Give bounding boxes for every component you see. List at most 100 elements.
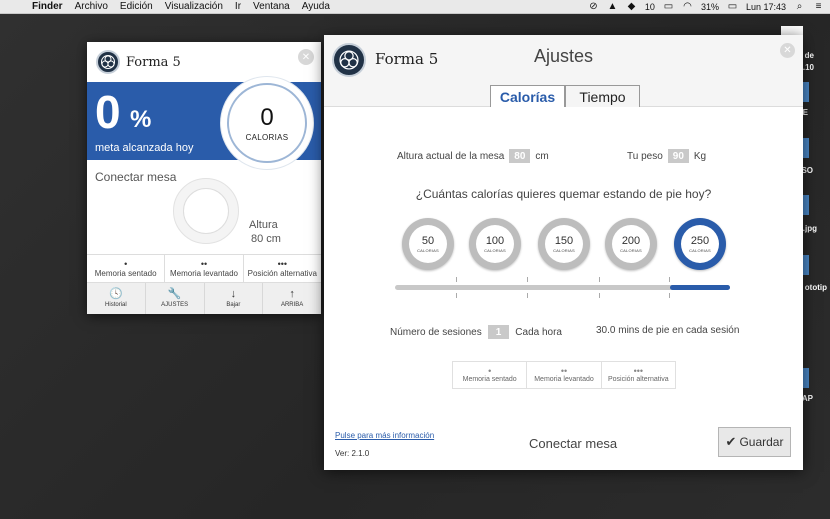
- desktop-file-icon[interactable]: [803, 368, 809, 388]
- info-link[interactable]: Pulse para más información: [335, 431, 434, 440]
- calorie-option-value: 50: [421, 235, 435, 247]
- desktop-label: de: [804, 51, 814, 60]
- memory-sitting-button[interactable]: • Memoria sentado: [453, 362, 528, 388]
- table-height-unit: cm: [535, 150, 549, 162]
- close-icon[interactable]: ✕: [780, 43, 795, 58]
- desktop-file-icon[interactable]: [803, 138, 809, 158]
- slider-tick: [599, 293, 600, 298]
- connect-desk-label: Conectar mesa: [95, 170, 177, 184]
- wifi-icon[interactable]: ◠: [682, 2, 693, 12]
- desktop-file-icon[interactable]: [803, 255, 809, 275]
- menu-bar: Finder Archivo Edición Visualización Ir …: [0, 0, 830, 14]
- wrench-icon: 🔧: [167, 288, 182, 300]
- airplay-icon[interactable]: ▭: [663, 2, 674, 12]
- raise-button[interactable]: ↑ ARRIBA: [263, 283, 321, 314]
- nav-label: ARRIBA: [280, 302, 304, 308]
- brand-name: Forma 5: [126, 54, 181, 70]
- battery-percent[interactable]: 31%: [701, 2, 719, 12]
- weight-row: Tu peso 90 Kg: [627, 149, 706, 163]
- status-count[interactable]: 10: [645, 2, 655, 12]
- save-button[interactable]: ✔ Guardar: [718, 427, 791, 457]
- calorie-question: ¿Cuántas calorías quieres quemar estando…: [415, 187, 712, 201]
- dots-icon: •: [124, 259, 128, 269]
- memory-alternate-button[interactable]: ••• Posición alternativa: [602, 362, 675, 388]
- calorie-option-label: CALORIAS: [553, 248, 575, 253]
- tab-tiempo[interactable]: Tiempo: [565, 85, 640, 108]
- calorie-option-200[interactable]: 200 CALORIAS: [605, 218, 657, 270]
- search-icon[interactable]: ⌕: [794, 2, 805, 12]
- menu-ir[interactable]: Ir: [235, 0, 241, 14]
- calorie-option-value: 250: [690, 235, 710, 247]
- calorie-option-label: CALORIAS: [620, 248, 642, 253]
- battery-icon[interactable]: ▭: [727, 2, 738, 12]
- calorie-slider-fill: [670, 285, 730, 290]
- tab-calorias[interactable]: Calorías: [490, 85, 565, 108]
- menu-finder[interactable]: Finder: [32, 0, 63, 14]
- status-area: ⊘ ▲ ◆ 10 ▭ ◠ 31% ▭ Lun 17:43 ⌕ ≡: [588, 0, 824, 14]
- weight-label: Tu peso: [627, 150, 663, 162]
- memory-label: Posición alternativa: [607, 376, 669, 383]
- calorie-option-label: CALORIAS: [484, 248, 506, 253]
- calorie-option-250[interactable]: 250 CALORIAS: [674, 218, 726, 270]
- slider-tick: [599, 277, 600, 282]
- height-label: Altura: [249, 219, 278, 231]
- nav-label: Bajar: [226, 302, 241, 308]
- nav-label: Historial: [105, 302, 127, 308]
- sessions-suffix: Cada hora: [515, 326, 562, 338]
- calorie-option-label: CALORIAS: [689, 248, 711, 253]
- table-height-field[interactable]: 80: [509, 149, 531, 163]
- memory-sitting-button[interactable]: • Memoria sentado: [87, 255, 166, 282]
- calories-value: 0: [260, 103, 274, 131]
- calorie-option-value: 200: [621, 235, 641, 247]
- connect-desk-button[interactable]: Conectar mesa: [529, 436, 617, 451]
- settings-window: Forma 5 Ajustes ✕ Calorías Tiempo Altura…: [324, 35, 803, 470]
- settings-body: Altura actual de la mesa 80 cm Tu peso 9…: [324, 107, 803, 470]
- menu-archivo[interactable]: Archivo: [75, 0, 108, 14]
- version-label: Ver: 2.1.0: [335, 449, 370, 458]
- settings-button[interactable]: 🔧 AJUSTES: [146, 283, 205, 314]
- memory-standing-button[interactable]: •• Memoria levantado: [527, 362, 602, 388]
- slider-tick: [527, 293, 528, 298]
- shield-icon[interactable]: ◆: [626, 2, 637, 12]
- no-entry-icon[interactable]: ⊘: [588, 2, 599, 12]
- table-height-label: Altura actual de la mesa: [397, 150, 505, 162]
- connect-desk-knob[interactable]: [173, 178, 239, 244]
- calories-ring: 0 CALORIAS: [220, 76, 314, 170]
- slider-tick: [669, 293, 670, 298]
- weight-field[interactable]: 90: [667, 149, 689, 163]
- desktop-file-icon[interactable]: [803, 195, 809, 215]
- height-value: 80 cm: [251, 233, 281, 245]
- calorie-option-50[interactable]: 50 CALORIAS: [402, 218, 454, 270]
- desktop-label: ototip: [804, 283, 827, 292]
- calorie-option-150[interactable]: 150 CALORIAS: [538, 218, 590, 270]
- memory-standing-button[interactable]: •• Memoria levantado: [165, 255, 244, 282]
- sessions-label: Número de sesiones: [390, 326, 482, 338]
- clock[interactable]: Lun 17:43: [746, 2, 786, 12]
- goal-label: meta alcanzada hoy: [95, 142, 194, 154]
- arrow-up-icon: ↑: [289, 288, 295, 300]
- sessions-row: Número de sesiones 1 Cada hora: [390, 325, 562, 339]
- sessions-field[interactable]: 1: [487, 325, 510, 339]
- desktop-label: .jpg: [802, 224, 817, 233]
- session-info-text: 30.0 mins de pie en cada sesión: [596, 325, 740, 336]
- memory-label: Memoria sentado: [94, 269, 157, 278]
- menu-visualizacion[interactable]: Visualización: [165, 0, 223, 14]
- memory-alternate-button[interactable]: ••• Posición alternativa: [244, 255, 321, 282]
- calorie-option-value: 100: [485, 235, 505, 247]
- close-icon[interactable]: ✕: [298, 49, 314, 65]
- history-button[interactable]: 🕓 Historial: [87, 283, 146, 314]
- calorie-slider[interactable]: [395, 285, 730, 290]
- calorie-option-100[interactable]: 100 CALORIAS: [469, 218, 521, 270]
- bottom-nav: 🕓 Historial 🔧 AJUSTES ↓ Bajar ↑ ARRIBA: [87, 282, 321, 314]
- lower-button[interactable]: ↓ Bajar: [205, 283, 264, 314]
- menu-edicion[interactable]: Edición: [120, 0, 153, 14]
- desktop-file-icon[interactable]: [803, 82, 809, 102]
- list-icon[interactable]: ≡: [813, 2, 824, 12]
- dots-icon: •••: [633, 366, 644, 376]
- slider-tick: [527, 277, 528, 282]
- menu-ventana[interactable]: Ventana: [253, 0, 290, 14]
- calorie-option-label: CALORIAS: [417, 248, 439, 253]
- menu-ayuda[interactable]: Ayuda: [302, 0, 330, 14]
- status-window-titlebar: Forma 5 ✕: [87, 42, 321, 82]
- drive-icon[interactable]: ▲: [607, 2, 618, 12]
